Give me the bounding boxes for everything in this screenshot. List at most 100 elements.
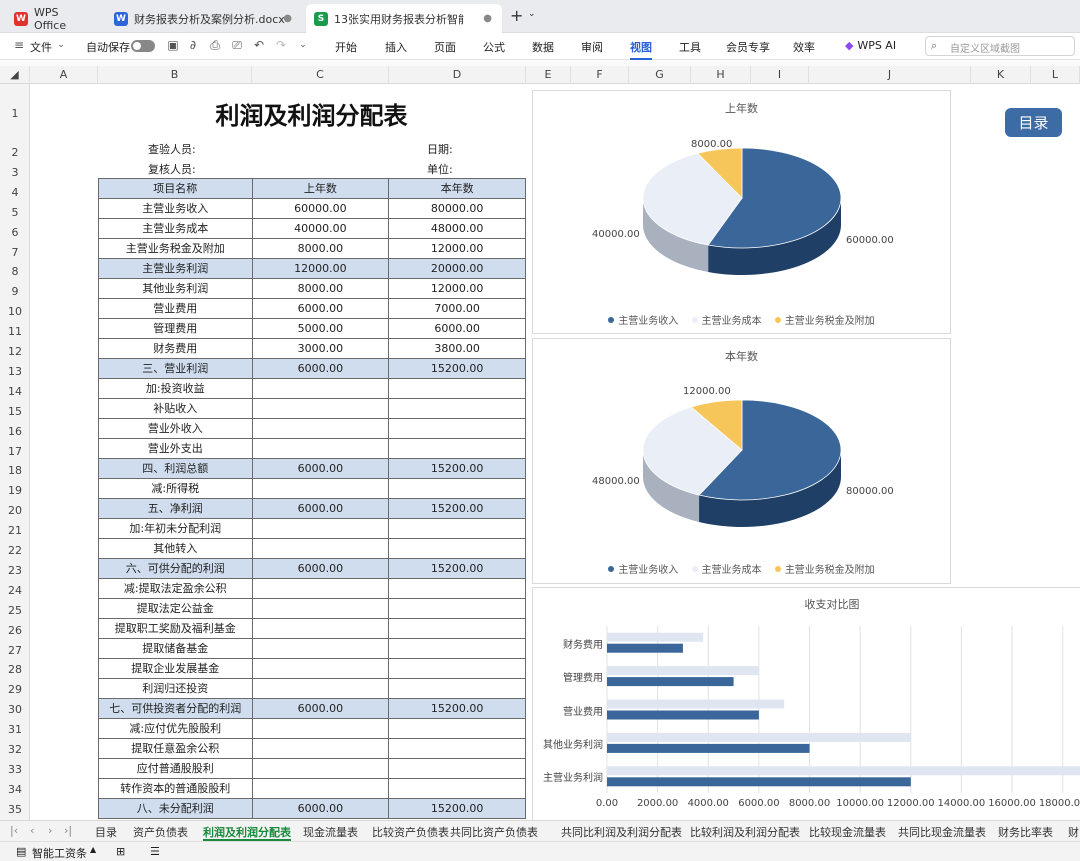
mulu-button[interactable]: 目录 — [1005, 108, 1062, 137]
row-number[interactable]: 1 — [0, 84, 30, 143]
sheet-tab[interactable]: 财务比率表 — [998, 824, 1053, 840]
menu-formula[interactable]: 公式 — [483, 39, 505, 55]
row-number[interactable]: 33 — [0, 760, 30, 780]
table-cell[interactable] — [251, 718, 390, 739]
chevron-down-icon[interactable]: ⌄ — [296, 38, 310, 52]
sheet-tab[interactable]: 目录 — [95, 824, 117, 840]
table-cell[interactable] — [388, 478, 526, 499]
table-cell[interactable] — [251, 478, 390, 499]
table-cell[interactable]: 7000.00 — [388, 298, 526, 319]
smart-payroll-label[interactable]: 智能工资条 — [32, 845, 87, 861]
table-cell[interactable] — [388, 658, 526, 679]
new-tab-icon[interactable]: + — [510, 6, 523, 25]
table-cell[interactable]: 应付普通股股利 — [98, 758, 253, 779]
table-cell[interactable]: 减:所得税 — [98, 478, 253, 499]
table-cell[interactable]: 6000.00 — [251, 298, 390, 319]
column-header-cell[interactable]: 项目名称 — [98, 178, 253, 199]
table-cell[interactable]: 15200.00 — [388, 798, 526, 819]
table-cell[interactable] — [251, 758, 390, 779]
save-icon[interactable]: ▣ — [166, 38, 180, 52]
chevron-down-icon[interactable]: ⌄ — [54, 38, 68, 52]
col-d[interactable]: D — [389, 66, 526, 84]
sheet-view-icon[interactable]: ☰ — [150, 845, 160, 858]
bar-chart-compare[interactable]: 收支对比图 主营业务利润 其他业务利润 营业费用 管理费用 财务费用 0.00 2000.… — [532, 587, 1080, 820]
file-menu[interactable]: 文件 — [30, 39, 52, 55]
table-cell[interactable] — [251, 438, 390, 459]
macro-icon[interactable]: ⊞ — [116, 845, 125, 858]
row-number[interactable]: 17 — [0, 442, 30, 462]
row-number[interactable]: 13 — [0, 362, 30, 382]
table-cell[interactable]: 6000.00 — [251, 498, 390, 519]
table-cell[interactable]: 8000.00 — [251, 238, 390, 259]
table-cell[interactable] — [251, 518, 390, 539]
row-number[interactable]: 15 — [0, 402, 30, 422]
row-number[interactable]: 4 — [0, 183, 30, 203]
table-cell[interactable] — [388, 678, 526, 699]
col-b[interactable]: B — [98, 66, 252, 84]
search-box[interactable]: ⌕ 自定义区域截图 — [925, 36, 1075, 56]
sheet-tab[interactable]: 共同比资产负债表 — [450, 824, 538, 840]
table-cell[interactable] — [388, 518, 526, 539]
row-number[interactable]: 14 — [0, 382, 30, 402]
format-painter-icon[interactable]: ∂ — [186, 38, 200, 52]
menu-member[interactable]: 会员专享 — [726, 39, 770, 55]
table-cell[interactable]: 主营业务税金及附加 — [98, 238, 253, 259]
wps-ai-button[interactable]: ◆ WPS AI — [845, 39, 896, 52]
row-number[interactable]: 2 — [0, 143, 30, 163]
sheet-tab[interactable]: 共同比现金流量表 — [898, 824, 986, 840]
table-cell[interactable] — [388, 378, 526, 399]
sheet-tab[interactable]: 财 — [1068, 824, 1079, 840]
menu-data[interactable]: 数据 — [532, 39, 554, 55]
table-cell[interactable] — [388, 438, 526, 459]
row-number[interactable]: 8 — [0, 262, 30, 282]
redo-icon[interactable]: ↷ — [274, 38, 288, 52]
row-number[interactable]: 35 — [0, 800, 30, 820]
menu-review[interactable]: 审阅 — [581, 39, 603, 55]
sheet-tab[interactable]: 资产负债表 — [133, 824, 188, 840]
menu-efficiency[interactable]: 效率 — [793, 39, 815, 55]
table-cell[interactable]: 8000.00 — [251, 278, 390, 299]
dot-icon[interactable]: ● — [483, 13, 492, 24]
col-j[interactable]: J — [809, 66, 971, 84]
table-cell[interactable]: 三、营业利润 — [98, 358, 253, 379]
table-cell[interactable]: 五、净利润 — [98, 498, 253, 519]
table-cell[interactable]: 主营业务成本 — [98, 218, 253, 239]
table-cell[interactable]: 八、未分配利润 — [98, 798, 253, 819]
row-number[interactable]: 23 — [0, 561, 30, 581]
print-preview-icon[interactable]: ⎚ — [230, 38, 244, 52]
table-cell[interactable]: 3800.00 — [388, 338, 526, 359]
row-number[interactable]: 34 — [0, 780, 30, 800]
table-cell[interactable]: 减:提取法定盈余公积 — [98, 578, 253, 599]
table-cell[interactable] — [251, 618, 390, 639]
row-number[interactable]: 9 — [0, 282, 30, 302]
menu-tools[interactable]: 工具 — [679, 39, 701, 55]
table-cell[interactable] — [251, 658, 390, 679]
table-cell[interactable]: 3000.00 — [251, 338, 390, 359]
col-l[interactable]: L — [1031, 66, 1080, 84]
column-header-cell[interactable]: 上年数 — [251, 178, 390, 199]
print-icon[interactable]: ⎙ — [208, 38, 222, 52]
row-number[interactable]: 32 — [0, 740, 30, 760]
sheet-tab[interactable]: 现金流量表 — [303, 824, 358, 840]
table-cell[interactable] — [388, 578, 526, 599]
table-cell[interactable] — [388, 398, 526, 419]
table-cell[interactable]: 主营业务收入 — [98, 198, 253, 219]
first-sheet-icon[interactable]: |‹ — [10, 824, 18, 837]
row-number[interactable]: 19 — [0, 481, 30, 501]
next-sheet-icon[interactable]: › — [48, 824, 52, 837]
table-cell[interactable]: 主营业务利润 — [98, 258, 253, 279]
row-number[interactable]: 11 — [0, 322, 30, 342]
autosave-toggle[interactable] — [131, 40, 155, 52]
menu-view[interactable]: 视图 — [630, 39, 652, 60]
table-cell[interactable]: 提取任意盈余公积 — [98, 738, 253, 759]
col-g[interactable]: G — [629, 66, 691, 84]
row-number[interactable]: 7 — [0, 243, 30, 263]
table-cell[interactable]: 财务费用 — [98, 338, 253, 359]
table-cell[interactable]: 48000.00 — [388, 218, 526, 239]
row-number[interactable]: 20 — [0, 501, 30, 521]
table-cell[interactable]: 12000.00 — [388, 238, 526, 259]
table-cell[interactable] — [388, 418, 526, 439]
table-cell[interactable]: 其他转入 — [98, 538, 253, 559]
col-a[interactable]: A — [30, 66, 98, 84]
row-number[interactable]: 18 — [0, 461, 30, 481]
